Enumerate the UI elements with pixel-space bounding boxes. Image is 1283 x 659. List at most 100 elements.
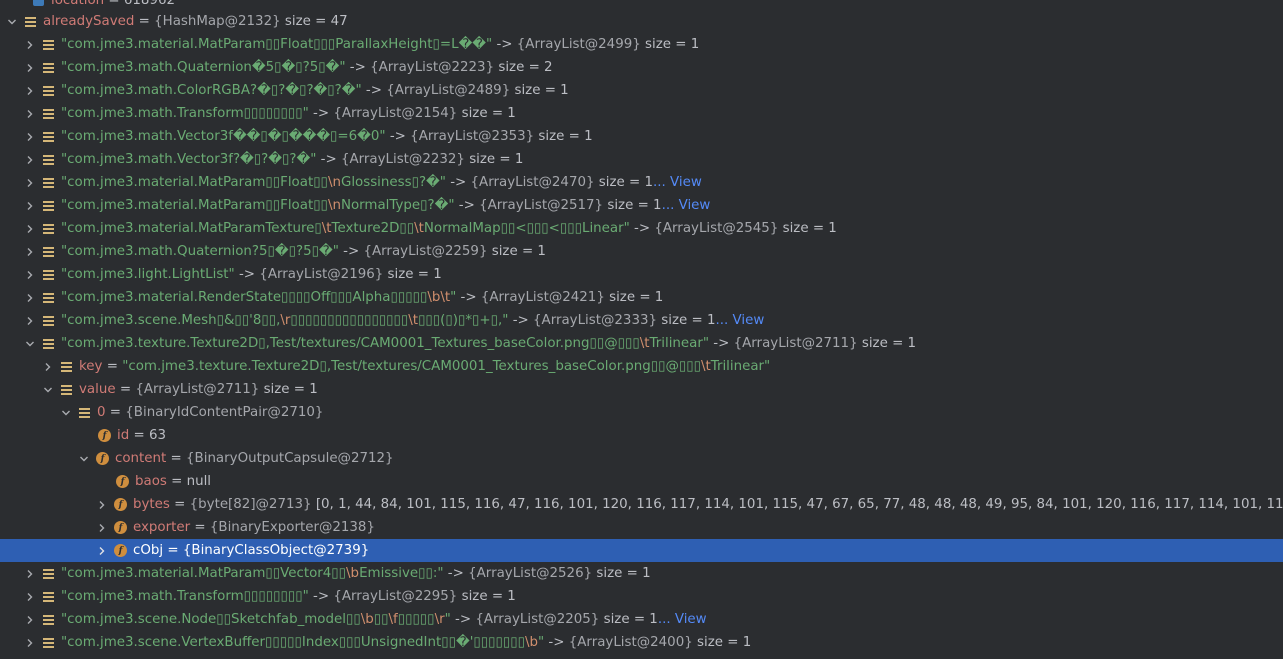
view-link[interactable]: View: [670, 175, 702, 190]
tree-row-texture2d-entry[interactable]: "com.jme3.texture.Texture2D▯,Test/textur…: [0, 332, 1283, 355]
chevron-right-icon[interactable]: [24, 315, 36, 327]
variable-type: {ArrayList@2259}: [363, 244, 488, 259]
tree-row-content[interactable]: f content = {BinaryOutputCapsule@2712}: [0, 447, 1283, 470]
chevron-right-icon[interactable]: [96, 499, 108, 511]
view-link[interactable]: View: [675, 612, 707, 627]
variable-name: content: [115, 451, 167, 466]
variable-type: {ArrayList@2295}: [333, 589, 458, 604]
variable-type: {ArrayList@2489}: [386, 83, 511, 98]
variable-size: size = 1: [603, 612, 658, 627]
chevron-right-icon[interactable]: [24, 568, 36, 580]
chevron-right-icon[interactable]: [24, 591, 36, 603]
chevron-right-icon[interactable]: [24, 223, 36, 235]
chevron-right-icon[interactable]: [24, 246, 36, 258]
tree-row-map-entry[interactable]: "com.jme3.scene.Node▯▯Sketchfab_model▯▯\…: [0, 608, 1283, 631]
tree-row-map-entry[interactable]: "com.jme3.light.LightList" -> {ArrayList…: [0, 263, 1283, 286]
chevron-right-icon[interactable]: [96, 545, 108, 557]
list-icon: [42, 130, 55, 143]
variable-name: 0: [97, 405, 106, 420]
tree-row-item-0[interactable]: 0 = {BinaryIdContentPair@2710}: [0, 401, 1283, 424]
list-icon: [42, 107, 55, 120]
tree-row-value[interactable]: value = {ArrayList@2711} size = 1: [0, 378, 1283, 401]
chevron-right-icon[interactable]: [24, 177, 36, 189]
chevron-right-icon[interactable]: [24, 131, 36, 143]
list-icon: [78, 406, 91, 419]
tree-row-baos[interactable]: f baos = null: [0, 470, 1283, 493]
tree-row-map-entry[interactable]: "com.jme3.material.MatParam▯▯Vector4▯▯\b…: [0, 562, 1283, 585]
list-icon: [42, 84, 55, 97]
tree-row-map-entry[interactable]: "com.jme3.scene.Mesh▯&▯▯'8▯▯,\r▯▯▯▯▯▯▯▯▯…: [0, 309, 1283, 332]
tree-row-map-entry[interactable]: "com.jme3.math.Vector3f?�▯?�▯?�" -> {Arr…: [0, 148, 1283, 171]
variable-type: {ArrayList@2353}: [410, 129, 535, 144]
field-icon: f: [114, 544, 127, 557]
field-icon: f: [98, 429, 111, 442]
chevron-right-icon[interactable]: [24, 62, 36, 74]
tree-row-map-entry[interactable]: "com.jme3.math.Vector3f��▯�▯���▯=6�0" ->…: [0, 125, 1283, 148]
tree-row-map-entry[interactable]: "com.jme3.material.MatParam▯▯Float▯▯\nGl…: [0, 171, 1283, 194]
tree-row-map-entry[interactable]: "com.jme3.material.MatParam▯▯Float▯▯\nNo…: [0, 194, 1283, 217]
list-icon: [42, 61, 55, 74]
chevron-right-icon[interactable]: [24, 39, 36, 51]
field-icon: f: [116, 475, 129, 488]
chevron-right-icon[interactable]: [24, 85, 36, 97]
chevron-down-icon[interactable]: [78, 453, 90, 465]
tree-row-map-entry[interactable]: "com.jme3.math.Transform▯▯▯▯▯▯▯▯" -> {Ar…: [0, 102, 1283, 125]
list-icon: [42, 176, 55, 189]
chevron-right-icon[interactable]: [24, 269, 36, 281]
variable-type: {ArrayList@2499}: [516, 37, 641, 52]
tree-row-alreadysaved[interactable]: alreadySaved = {HashMap@2132} size = 47: [0, 10, 1283, 33]
variable-size: size = 1: [697, 635, 752, 650]
variable-size: size = 1: [461, 106, 516, 121]
variable-name: location: [51, 0, 105, 8]
variable-value: 63: [148, 428, 167, 443]
variable-size: size = 1: [263, 382, 318, 397]
chevron-right-icon[interactable]: [24, 154, 36, 166]
list-icon: [42, 590, 55, 603]
variable-type: {BinaryOutputCapsule@2712}: [186, 451, 394, 466]
chevron-right-icon[interactable]: [24, 108, 36, 120]
chevron-down-icon[interactable]: [42, 384, 54, 396]
variable-type: {ArrayList@2711}: [135, 382, 260, 397]
tree-row-exporter[interactable]: f exporter = {BinaryExporter@2138}: [0, 516, 1283, 539]
chevron-right-icon[interactable]: [24, 614, 36, 626]
tree-row-map-entry[interactable]: "com.jme3.material.MatParam▯▯Float▯▯▯Par…: [0, 33, 1283, 56]
view-link[interactable]: View: [679, 198, 711, 213]
tree-row-map-entry[interactable]: "com.jme3.material.MatParamTexture▯\tTex…: [0, 217, 1283, 240]
tree-row-key[interactable]: key = "com.jme3.texture.Texture2D▯,Test/…: [0, 355, 1283, 378]
tree-row-bytes[interactable]: f bytes = {byte[82]@2713} [0, 1, 44, 84,…: [0, 493, 1283, 516]
field-icon: f: [114, 498, 127, 511]
entry-key-string: "com.jme3.material.MatParam▯▯Float▯▯\nGl…: [61, 175, 446, 190]
chevron-right-icon[interactable]: [42, 361, 54, 373]
variable-type: {ArrayList@2196}: [259, 267, 384, 282]
chevron-down-icon[interactable]: [60, 407, 72, 419]
variable-size: size = 1: [469, 152, 524, 167]
variable-type: {ArrayList@2421}: [480, 290, 605, 305]
debugger-variables-tree[interactable]: location = 618962 alreadySaved = {HashMa…: [0, 0, 1283, 659]
entry-key-string: "com.jme3.material.RenderState▯▯▯▯Off▯▯▯…: [61, 290, 457, 305]
tree-row-map-entry[interactable]: "com.jme3.material.RenderState▯▯▯▯Off▯▯▯…: [0, 286, 1283, 309]
tree-row-map-entry[interactable]: "com.jme3.math.Quaternion?5▯�▯?5▯�" -> {…: [0, 240, 1283, 263]
tree-row-cobj-selected[interactable]: f cObj = {BinaryClassObject@2739}: [0, 539, 1283, 562]
tree-row-map-entry[interactable]: "com.jme3.math.Quaternion�5▯�▯?5▯�" -> {…: [0, 56, 1283, 79]
variable-name: id: [117, 428, 130, 443]
view-link[interactable]: View: [733, 313, 765, 328]
tree-row-map-entry[interactable]: "com.jme3.math.Transform▯▯▯▯▯▯▯▯" -> {Ar…: [0, 585, 1283, 608]
variable-value: "com.jme3.texture.Texture2D▯,Test/textur…: [122, 359, 771, 374]
chevron-right-icon[interactable]: [24, 292, 36, 304]
entry-key-string: "com.jme3.math.Vector3f?�▯?�▯?�": [61, 152, 317, 167]
variable-value: null: [186, 474, 212, 489]
chevron-down-icon[interactable]: [6, 16, 18, 28]
chevron-right-icon[interactable]: [24, 200, 36, 212]
chevron-down-icon[interactable]: [24, 338, 36, 350]
tree-row-map-entry[interactable]: "com.jme3.scene.VertexBuffer▯▯▯▯▯Index▯▯…: [0, 631, 1283, 654]
tree-row-id[interactable]: f id = 63: [0, 424, 1283, 447]
list-icon: [42, 199, 55, 212]
list-icon: [42, 636, 55, 649]
variable-size: size = 1: [609, 290, 664, 305]
chevron-right-icon[interactable]: [24, 637, 36, 649]
variable-type: {ArrayList@2470}: [470, 175, 595, 190]
list-icon: [42, 245, 55, 258]
chevron-right-icon[interactable]: [96, 522, 108, 534]
entry-key-string: "com.jme3.scene.Node▯▯Sketchfab_model▯▯\…: [61, 612, 451, 627]
tree-row-map-entry[interactable]: "com.jme3.math.ColorRGBA?�▯?�▯?�▯?�" -> …: [0, 79, 1283, 102]
